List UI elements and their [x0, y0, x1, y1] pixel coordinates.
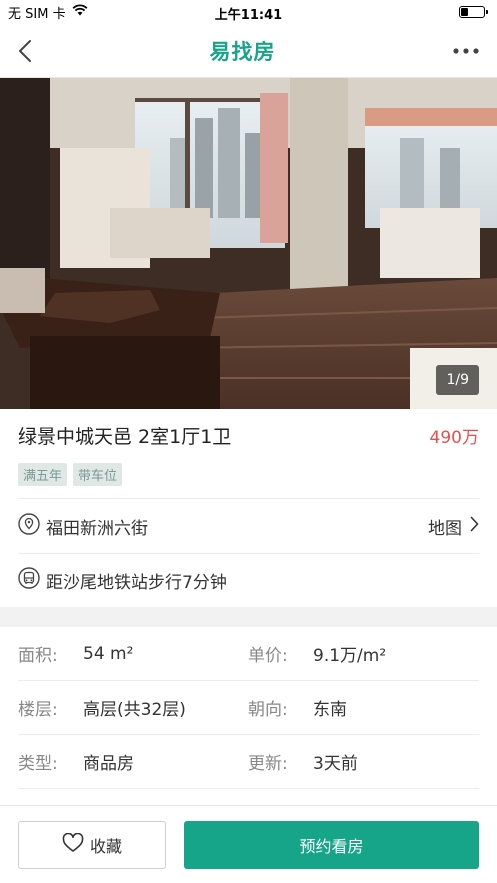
map-link[interactable]: 地图: [428, 514, 479, 539]
more-dots-icon[interactable]: [453, 47, 479, 54]
title-row: 绿景中城天邑 2室1厅1卫 490万: [18, 409, 479, 461]
location-row[interactable]: 福田新洲六街 地图: [18, 499, 479, 553]
spec-label: 更新:: [248, 754, 288, 774]
spec-table: 面积: 54 m² 单价: 9.1万/m² 楼层: 高层(共32层) 朝向: 东南 类型…: [0, 627, 497, 789]
location-pin-icon: [18, 512, 40, 540]
book-viewing-button[interactable]: 预约看房: [184, 820, 479, 869]
spec-value: 3天前: [313, 754, 358, 774]
spec-value: 商品房: [83, 754, 134, 774]
spec-label: 楼层:: [18, 700, 58, 720]
tag-list: 满五年 带车位: [18, 461, 479, 499]
address-text: 福田新洲六街: [46, 518, 148, 539]
heart-icon: [62, 832, 84, 857]
spec-value: 高层(共32层): [83, 700, 186, 720]
tag-item: 带车位: [73, 463, 123, 486]
status-time: 上午11:41: [214, 8, 283, 23]
listing-title: 绿景中城天邑 2室1厅1卫: [18, 425, 232, 448]
tag-item: 满五年: [18, 463, 68, 486]
transit-row: 距沙尾地铁站步行7分钟: [18, 553, 479, 607]
photo-counter: 1/9: [436, 365, 479, 395]
status-left: 无 SIM 卡: [8, 3, 88, 22]
app-title: 易找房: [209, 39, 276, 64]
chevron-right-icon: [470, 516, 479, 537]
carrier-label: 无 SIM 卡: [8, 6, 66, 22]
wifi-icon: [72, 4, 88, 20]
spec-value: 54 m²: [83, 643, 134, 664]
listing-photo[interactable]: 1/9: [0, 78, 497, 409]
spec-label: 类型:: [18, 754, 58, 774]
spec-label: 朝向:: [248, 700, 288, 720]
spec-value: 9.1万/m²: [313, 646, 387, 666]
book-viewing-label: 预约看房: [299, 836, 364, 856]
status-bar: 无 SIM 卡 上午11:41: [0, 0, 497, 24]
spec-value: 东南: [313, 700, 347, 720]
map-label: 地图: [428, 518, 462, 539]
transit-text: 距沙尾地铁站步行7分钟: [46, 573, 227, 593]
section-divider: [0, 607, 497, 627]
favorite-button[interactable]: 收藏: [18, 820, 166, 869]
listing-info: 绿景中城天邑 2室1厅1卫 490万 满五年 带车位 福田新洲六街 地图 距沙尾…: [0, 409, 497, 607]
spec-row: 面积: 54 m² 单价: 9.1万/m²: [18, 627, 479, 681]
bus-icon: [18, 567, 40, 594]
spec-label: 面积:: [18, 646, 58, 666]
spec-label: 单价:: [248, 646, 288, 666]
spec-row: 楼层: 高层(共32层) 朝向: 东南: [18, 681, 479, 735]
nav-bar: 易找房: [0, 24, 497, 78]
spec-row: 类型: 商品房 更新: 3天前: [18, 735, 479, 789]
favorite-label: 收藏: [89, 836, 122, 856]
bottom-action-bar: 收藏 预约看房: [0, 805, 497, 883]
chevron-left-icon[interactable]: [18, 39, 32, 63]
battery-icon: [459, 6, 488, 18]
listing-price: 490万: [429, 427, 479, 448]
